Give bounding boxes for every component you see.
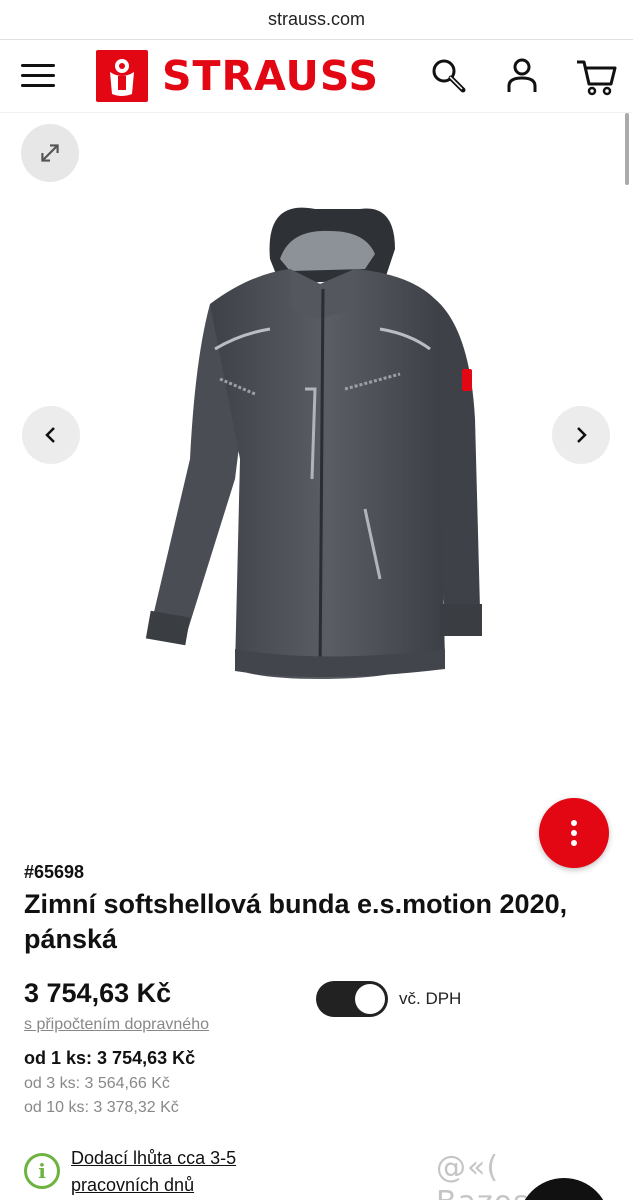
tier-label: od 10 ks: [24, 1099, 89, 1116]
tier-price: 3 754,63 Kč [97, 1048, 196, 1068]
product-title: Zimní softshellová bunda e.s.motion 2020… [24, 889, 568, 954]
price-tier-row: od 3 ks: 3 564,66 Kč [24, 1075, 170, 1093]
cart-icon[interactable] [574, 54, 618, 98]
vat-toggle-label: vč. DPH [399, 989, 462, 1008]
product-gallery[interactable] [0, 113, 633, 873]
more-options-button[interactable] [539, 798, 609, 868]
product-image [145, 207, 482, 679]
toggle-knob [355, 984, 385, 1014]
tier-price: 3 378,32 Kč [93, 1099, 179, 1116]
search-icon[interactable] [426, 54, 470, 98]
shipping-note-link[interactable]: s připočtením dopravného [24, 1016, 209, 1034]
more-vertical-icon [571, 818, 577, 848]
logo-text: STRAUSS [162, 51, 380, 100]
prev-image-button[interactable] [22, 406, 80, 464]
logo-emblem-icon [96, 50, 148, 102]
product-sku: #65698 [24, 862, 85, 882]
address-bar[interactable]: strauss.com [0, 0, 633, 40]
tier-label: od 1 ks: [24, 1048, 93, 1068]
url-text: strauss.com [267, 9, 366, 29]
expand-button[interactable] [21, 124, 79, 182]
strauss-logo[interactable]: STRAUSS [96, 50, 379, 102]
tier-price: 3 564,66 Kč [84, 1075, 170, 1092]
expand-icon [41, 144, 59, 162]
price-tier-row: od 10 ks: 3 378,32 Kč [24, 1099, 179, 1117]
menu-icon[interactable] [21, 64, 55, 88]
vat-toggle[interactable] [316, 981, 388, 1017]
site-header: STRAUSS [0, 40, 633, 112]
chevron-left-icon [45, 427, 55, 443]
chevron-right-icon [577, 427, 587, 443]
page-scrollbar[interactable] [625, 113, 629, 185]
next-image-button[interactable] [552, 406, 610, 464]
delivery-time-link[interactable]: Dodací lhůta cca 3-5 pracovních dnů [71, 1145, 291, 1199]
info-icon: i [24, 1153, 60, 1189]
product-price: 3 754,63 Kč [24, 978, 172, 1008]
account-icon[interactable] [500, 54, 544, 98]
price-tier-row: od 1 ks: 3 754,63 Kč [24, 1048, 195, 1069]
tier-label: od 3 ks: [24, 1075, 81, 1092]
